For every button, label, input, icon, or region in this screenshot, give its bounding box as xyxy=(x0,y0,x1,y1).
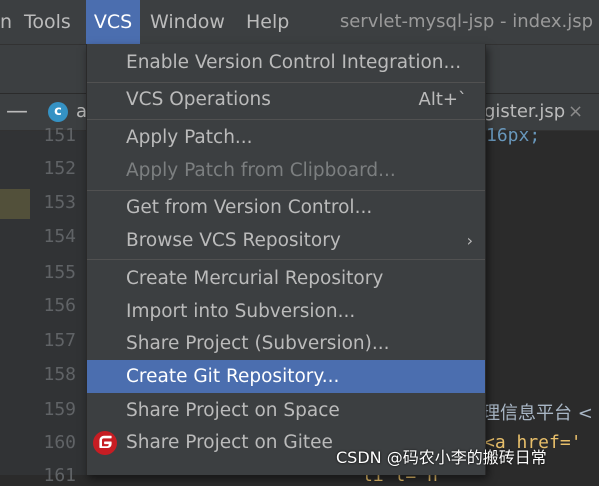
menu-item-label: Enable Version Control Integration... xyxy=(126,52,462,73)
menu-item-enable-vcs[interactable]: Enable Version Control Integration... xyxy=(87,46,485,79)
menu-window[interactable]: Window xyxy=(150,0,230,44)
menu-partial[interactable]: n xyxy=(0,0,12,44)
csdn-watermark: CSDN @码农小李的搬砖日常 xyxy=(336,448,547,467)
line-number: 152 xyxy=(43,158,76,179)
line-number-gutter: 151 152 153 154 155 156 157 158 159 160 … xyxy=(30,125,86,486)
tab-close-icon[interactable]: × xyxy=(568,94,583,130)
window-title: servlet-mysql-jsp - index.jsp xyxy=(339,11,593,32)
collapse-icon[interactable]: — xyxy=(6,94,28,130)
menu-item-share-subversion[interactable]: Share Project (Subversion)... xyxy=(87,327,485,360)
menu-item-import-subversion[interactable]: Import into Subversion... xyxy=(87,295,485,328)
menu-item-label: Share Project on Gitee xyxy=(126,432,333,453)
bookmark-highlight xyxy=(0,189,30,219)
menu-vcs[interactable]: VCS xyxy=(86,0,140,44)
menu-item-label: VCS Operations xyxy=(126,89,271,110)
menu-item-create-git-repo[interactable]: Create Git Repository... xyxy=(87,360,485,393)
chevron-right-icon: › xyxy=(466,231,473,250)
line-number: 156 xyxy=(43,295,76,316)
menu-item-label: Share Project on Space xyxy=(126,400,340,421)
line-number: 159 xyxy=(43,399,76,420)
menu-separator xyxy=(87,259,485,260)
code-fragment-159: 理信息平台 < xyxy=(482,403,593,424)
menu-item-share-space[interactable]: Share Project on Space xyxy=(87,394,485,427)
line-number: 153 xyxy=(43,192,76,213)
line-number: 155 xyxy=(43,262,76,283)
line-number: 157 xyxy=(43,330,76,351)
menu-item-vcs-operations[interactable]: VCS Operations Alt+` xyxy=(87,83,485,116)
menu-item-apply-patch[interactable]: Apply Patch... xyxy=(87,121,485,154)
menu-item-create-mercurial[interactable]: Create Mercurial Repository xyxy=(87,262,485,295)
menu-item-label: Create Mercurial Repository xyxy=(126,268,384,289)
line-number: 160 xyxy=(43,432,76,453)
vcs-menu-dropdown: Enable Version Control Integration... VC… xyxy=(86,44,486,475)
code-fragment-151: 16px; xyxy=(486,125,541,146)
menu-bar: n Tools VCS Window Help servlet-mysql-js… xyxy=(0,0,599,45)
shortcut-label: Alt+` xyxy=(418,89,467,110)
menu-item-label: Get from Version Control... xyxy=(126,197,373,218)
menu-item-label: Browse VCS Repository xyxy=(126,230,341,251)
gitee-logo-icon xyxy=(93,431,117,455)
menu-item-label: Create Git Repository... xyxy=(126,366,340,387)
tool-window-strip xyxy=(0,131,30,475)
java-class-icon: c xyxy=(48,102,68,122)
menu-item-label: Import into Subversion... xyxy=(126,301,356,322)
menu-separator xyxy=(87,119,485,120)
menu-item-browse-vcs-repo[interactable]: Browse VCS Repository › xyxy=(87,224,485,257)
menu-help[interactable]: Help xyxy=(246,0,296,44)
menu-tools[interactable]: Tools xyxy=(24,0,80,44)
line-number: 161 xyxy=(43,465,76,486)
menu-item-label: Apply Patch... xyxy=(126,127,253,148)
line-number: 158 xyxy=(43,364,76,385)
line-number: 151 xyxy=(43,125,76,146)
menu-item-apply-patch-clipboard: Apply Patch from Clipboard... xyxy=(87,154,485,187)
menu-item-label: Share Project (Subversion)... xyxy=(126,333,390,354)
menu-item-get-from-vcs[interactable]: Get from Version Control... xyxy=(87,191,485,224)
line-number: 154 xyxy=(43,226,76,247)
menu-item-label: Apply Patch from Clipboard... xyxy=(126,160,396,181)
